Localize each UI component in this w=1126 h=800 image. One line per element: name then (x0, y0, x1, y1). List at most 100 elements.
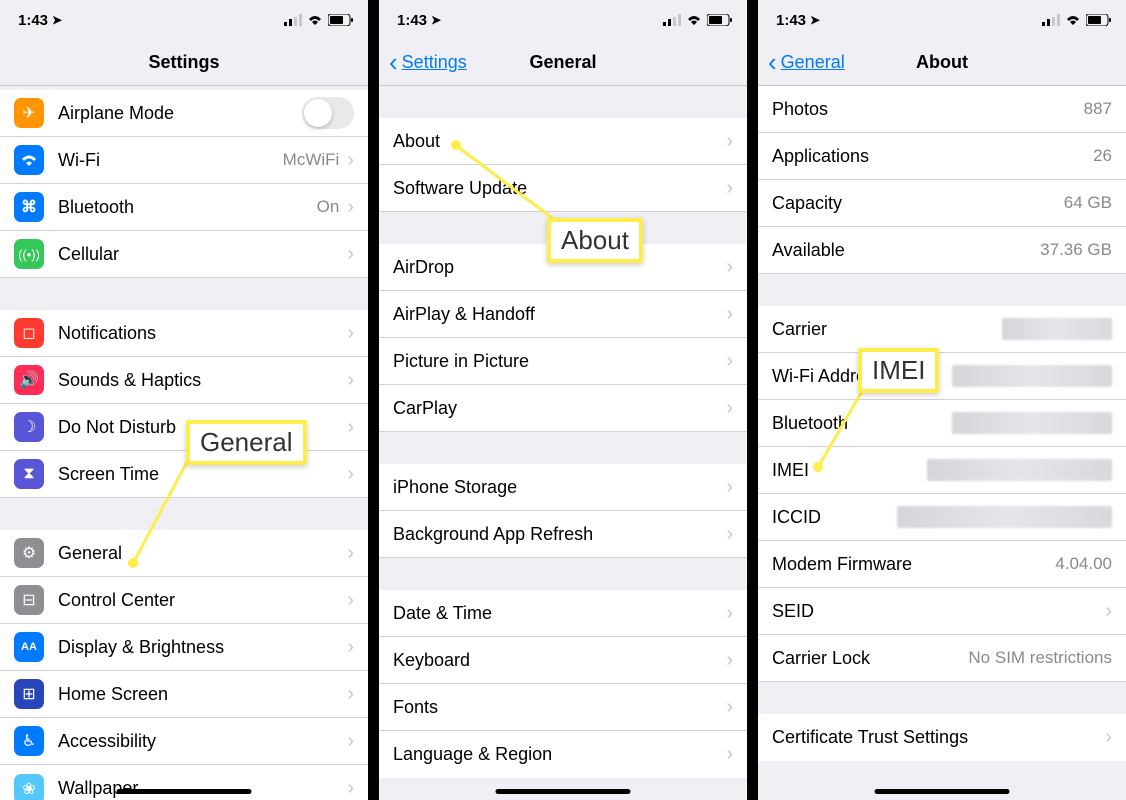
row-label: Accessibility (58, 731, 347, 752)
chevron-right-icon: › (726, 130, 733, 153)
chevron-left-icon: ‹ (768, 47, 777, 78)
chevron-right-icon: › (1105, 726, 1112, 749)
row-software-update[interactable]: Software Update › (379, 165, 747, 212)
row-label: Notifications (58, 323, 347, 344)
row-carplay[interactable]: CarPlay › (379, 385, 747, 432)
chevron-right-icon: › (347, 196, 354, 219)
cellular-signal-icon (1042, 14, 1060, 26)
row-background-refresh[interactable]: Background App Refresh › (379, 511, 747, 558)
row-iphone-storage[interactable]: iPhone Storage › (379, 464, 747, 511)
row-date-time[interactable]: Date & Time › (379, 590, 747, 637)
chevron-right-icon: › (347, 589, 354, 612)
row-cellular[interactable]: ((•)) Cellular › (0, 231, 368, 278)
row-label: Date & Time (393, 603, 726, 624)
row-label: Background App Refresh (393, 524, 726, 545)
row-certificate-trust[interactable]: Certificate Trust Settings › (758, 714, 1126, 761)
row-label: Modem Firmware (772, 554, 1055, 575)
notifications-icon: ◻ (14, 318, 44, 348)
chevron-right-icon: › (347, 463, 354, 486)
row-iccid: ICCID (758, 494, 1126, 541)
home-screen-icon: ⊞ (14, 679, 44, 709)
row-keyboard[interactable]: Keyboard › (379, 637, 747, 684)
row-airdrop[interactable]: AirDrop › (379, 244, 747, 291)
row-sounds[interactable]: 🔊 Sounds & Haptics › (0, 357, 368, 404)
location-arrow-icon: ➤ (431, 13, 441, 27)
location-arrow-icon: ➤ (52, 13, 62, 27)
row-photos: Photos 887 (758, 86, 1126, 133)
row-label: Wi-Fi Address (772, 366, 952, 387)
row-bluetooth[interactable]: ⌘ Bluetooth On › (0, 184, 368, 231)
chevron-right-icon: › (347, 683, 354, 706)
row-control-center[interactable]: ⊟ Control Center › (0, 577, 368, 624)
row-value: On (317, 197, 340, 217)
row-dnd[interactable]: ☽ Do Not Disturb › (0, 404, 368, 451)
row-accessibility[interactable]: ♿︎ Accessibility › (0, 718, 368, 765)
row-value: 4.04.00 (1055, 554, 1112, 574)
status-bar: 1:43 ➤ (758, 0, 1126, 40)
row-wallpaper[interactable]: ❀ Wallpaper › (0, 765, 368, 800)
row-home-screen[interactable]: ⊞ Home Screen › (0, 671, 368, 718)
row-label: Do Not Disturb (58, 417, 347, 438)
chevron-right-icon: › (726, 177, 733, 200)
row-label: Carrier Lock (772, 648, 968, 669)
chevron-right-icon: › (347, 369, 354, 392)
row-value: 26 (1093, 146, 1112, 166)
nav-bar: ‹ General About (758, 40, 1126, 86)
row-label: Picture in Picture (393, 351, 726, 372)
row-label: Capacity (772, 193, 1064, 214)
row-label: Applications (772, 146, 1093, 167)
redacted-value (897, 506, 1112, 528)
accessibility-icon: ♿︎ (14, 726, 44, 756)
row-wifi[interactable]: Wi-Fi McWiFi › (0, 137, 368, 184)
row-label: ICCID (772, 507, 897, 528)
chevron-right-icon: › (726, 397, 733, 420)
row-label: iPhone Storage (393, 477, 726, 498)
row-airplay[interactable]: AirPlay & Handoff › (379, 291, 747, 338)
status-bar: 1:43 ➤ (379, 0, 747, 40)
cellular-signal-icon (663, 14, 681, 26)
chevron-right-icon: › (347, 416, 354, 439)
airplane-toggle[interactable] (302, 97, 354, 129)
back-button[interactable]: ‹ General (768, 47, 845, 78)
row-general[interactable]: ⚙ General › (0, 530, 368, 577)
screentime-icon: ⧗ (14, 459, 44, 489)
row-value: No SIM restrictions (968, 648, 1112, 668)
row-language[interactable]: Language & Region › (379, 731, 747, 778)
chevron-right-icon: › (347, 777, 354, 800)
screen-about: 1:43 ➤ ‹ General About Photos 887 Applic… (758, 0, 1126, 800)
redacted-value (927, 459, 1112, 481)
dnd-icon: ☽ (14, 412, 44, 442)
row-capacity: Capacity 64 GB (758, 180, 1126, 227)
row-pip[interactable]: Picture in Picture › (379, 338, 747, 385)
row-display[interactable]: AA Display & Brightness › (0, 624, 368, 671)
row-label: Certificate Trust Settings (772, 727, 1105, 748)
chevron-right-icon: › (347, 243, 354, 266)
row-label: Language & Region (393, 744, 726, 765)
row-notifications[interactable]: ◻ Notifications › (0, 310, 368, 357)
row-airplane-mode[interactable]: ✈ Airplane Mode (0, 90, 368, 137)
row-fonts[interactable]: Fonts › (379, 684, 747, 731)
control-center-icon: ⊟ (14, 585, 44, 615)
redacted-value (952, 365, 1112, 387)
row-about[interactable]: About › (379, 118, 747, 165)
row-screentime[interactable]: ⧗ Screen Time › (0, 451, 368, 498)
home-indicator (496, 789, 631, 794)
row-seid[interactable]: SEID › (758, 588, 1126, 635)
back-label: Settings (402, 52, 467, 73)
battery-icon (1086, 14, 1112, 26)
location-arrow-icon: ➤ (810, 13, 820, 27)
row-label: IMEI (772, 460, 927, 481)
status-time: 1:43 (397, 12, 427, 29)
row-label: Bluetooth (772, 413, 952, 434)
chevron-right-icon: › (726, 523, 733, 546)
back-button[interactable]: ‹ Settings (389, 47, 467, 78)
chevron-right-icon: › (347, 149, 354, 172)
row-label: Bluetooth (58, 197, 317, 218)
row-label: AirDrop (393, 257, 726, 278)
row-label: Wi-Fi (58, 150, 283, 171)
wifi-settings-icon (14, 145, 44, 175)
row-value: 64 GB (1064, 193, 1112, 213)
wifi-icon (307, 14, 323, 26)
display-icon: AA (14, 632, 44, 662)
wifi-icon (1065, 14, 1081, 26)
